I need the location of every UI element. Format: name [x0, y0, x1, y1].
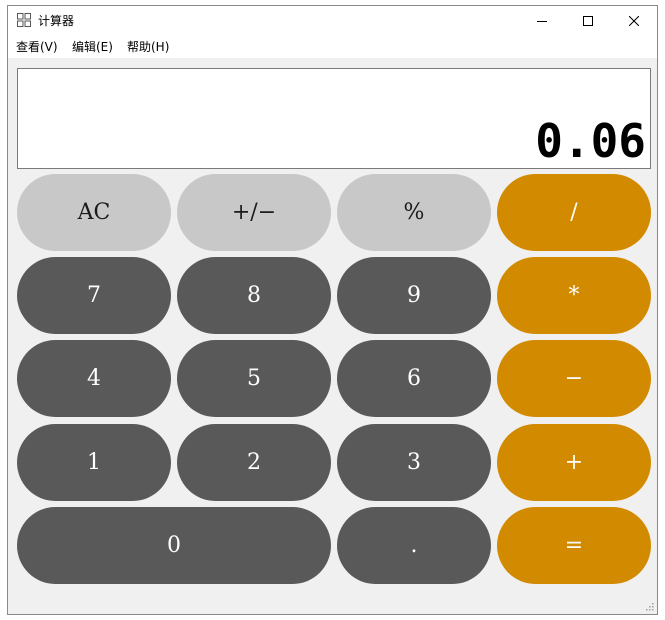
- clear-button[interactable]: AC: [17, 174, 171, 251]
- title-bar[interactable]: 计算器: [8, 6, 657, 36]
- window-title: 计算器: [38, 14, 75, 28]
- close-icon: [629, 16, 639, 26]
- digit-5-button[interactable]: 5: [177, 340, 331, 417]
- maximize-button[interactable]: [565, 6, 611, 36]
- digit-2-button[interactable]: 2: [177, 424, 331, 501]
- menu-edit[interactable]: 编辑(E): [72, 40, 113, 54]
- digit-9-button[interactable]: 9: [337, 257, 491, 334]
- decimal-button[interactable]: .: [337, 507, 491, 584]
- divide-button[interactable]: /: [497, 174, 651, 251]
- add-button[interactable]: +: [497, 424, 651, 501]
- equals-button[interactable]: =: [497, 507, 651, 584]
- multiply-button[interactable]: *: [497, 257, 651, 334]
- menu-view[interactable]: 查看(V): [16, 40, 58, 54]
- digit-1-button[interactable]: 1: [17, 424, 171, 501]
- minimize-icon: [537, 21, 547, 22]
- digit-6-button[interactable]: 6: [337, 340, 491, 417]
- digit-3-button[interactable]: 3: [337, 424, 491, 501]
- digit-4-button[interactable]: 4: [17, 340, 171, 417]
- digit-8-button[interactable]: 8: [177, 257, 331, 334]
- calculator-icon: [17, 13, 31, 27]
- menu-bar: 查看(V) 编辑(E) 帮助(H): [8, 36, 657, 58]
- percent-button[interactable]: %: [337, 174, 491, 251]
- sign-toggle-button[interactable]: +/−: [177, 174, 331, 251]
- result-display: 0.06: [17, 68, 651, 169]
- minimize-button[interactable]: [519, 6, 565, 36]
- resize-grip-icon[interactable]: [646, 603, 654, 611]
- subtract-button[interactable]: −: [497, 340, 651, 417]
- display-value: 0.06: [535, 114, 646, 168]
- digit-0-button[interactable]: 0: [17, 507, 331, 584]
- calculator-window: 计算器 查看(V) 编辑(E) 帮助(H) 0.06 AC +/− % / 7: [7, 5, 658, 615]
- digit-7-button[interactable]: 7: [17, 257, 171, 334]
- close-button[interactable]: [611, 6, 657, 36]
- maximize-icon: [583, 16, 593, 26]
- menu-help[interactable]: 帮助(H): [127, 40, 169, 54]
